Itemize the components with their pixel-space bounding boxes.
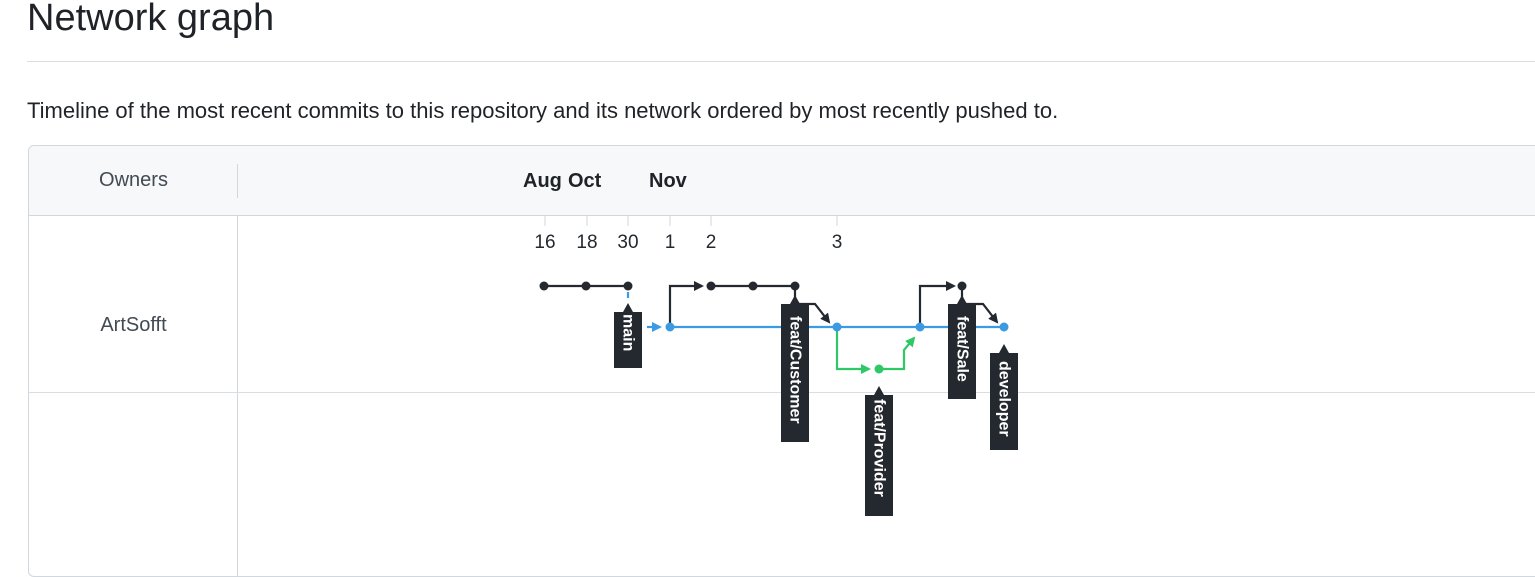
day-label: 30 [617, 232, 638, 253]
commit-line-provider-out [835, 327, 871, 374]
commit-dot[interactable] [539, 281, 549, 291]
commit-graph[interactable]: 16 18 30 1 2 3 main feat/Customer feat/P… [29, 146, 1535, 576]
network-graph-panel: Owners Aug Oct Nov ArtSofft 16 18 30 1 2… [28, 145, 1535, 577]
commit-dot[interactable] [832, 322, 842, 332]
commit-dot[interactable] [581, 281, 591, 291]
commit-line-provider-merge [879, 336, 916, 371]
day-label: 2 [706, 232, 717, 253]
commit-dot[interactable] [999, 322, 1009, 332]
branch-label-feat-customer[interactable]: feat/Customer [781, 295, 809, 442]
commit-dot[interactable] [874, 364, 884, 374]
day-label: 16 [534, 232, 555, 253]
branch-label-developer[interactable]: developer [990, 344, 1018, 450]
branch-label-feat-sale[interactable]: feat/Sale [948, 295, 976, 399]
day-label: 1 [665, 232, 676, 253]
branch-label-text: feat/Customer [787, 316, 804, 424]
day-label: 18 [576, 232, 597, 253]
day-label: 3 [832, 232, 843, 253]
commit-dot[interactable] [748, 281, 758, 291]
commit-dot[interactable] [665, 322, 675, 332]
commit-dot[interactable] [957, 281, 967, 291]
branch-label-text: feat/Sale [954, 316, 971, 382]
commit-dot[interactable] [915, 322, 925, 332]
commit-dot[interactable] [623, 281, 633, 291]
branch-label-text: developer [996, 361, 1013, 437]
title-divider [27, 61, 1535, 62]
commit-dot[interactable] [790, 281, 800, 291]
page-description: Timeline of the most recent commits to t… [27, 98, 1059, 123]
branch-label-text: main [620, 314, 637, 351]
day-ticks [544, 216, 838, 226]
commit-line-branch-out [668, 281, 704, 327]
branch-label-text: feat/Provider [871, 399, 888, 497]
commit-dot[interactable] [706, 281, 716, 291]
page-title: Network graph [27, 0, 275, 39]
branch-label-main[interactable]: main [614, 303, 642, 368]
branch-label-feat-provider[interactable]: feat/Provider [865, 386, 893, 516]
